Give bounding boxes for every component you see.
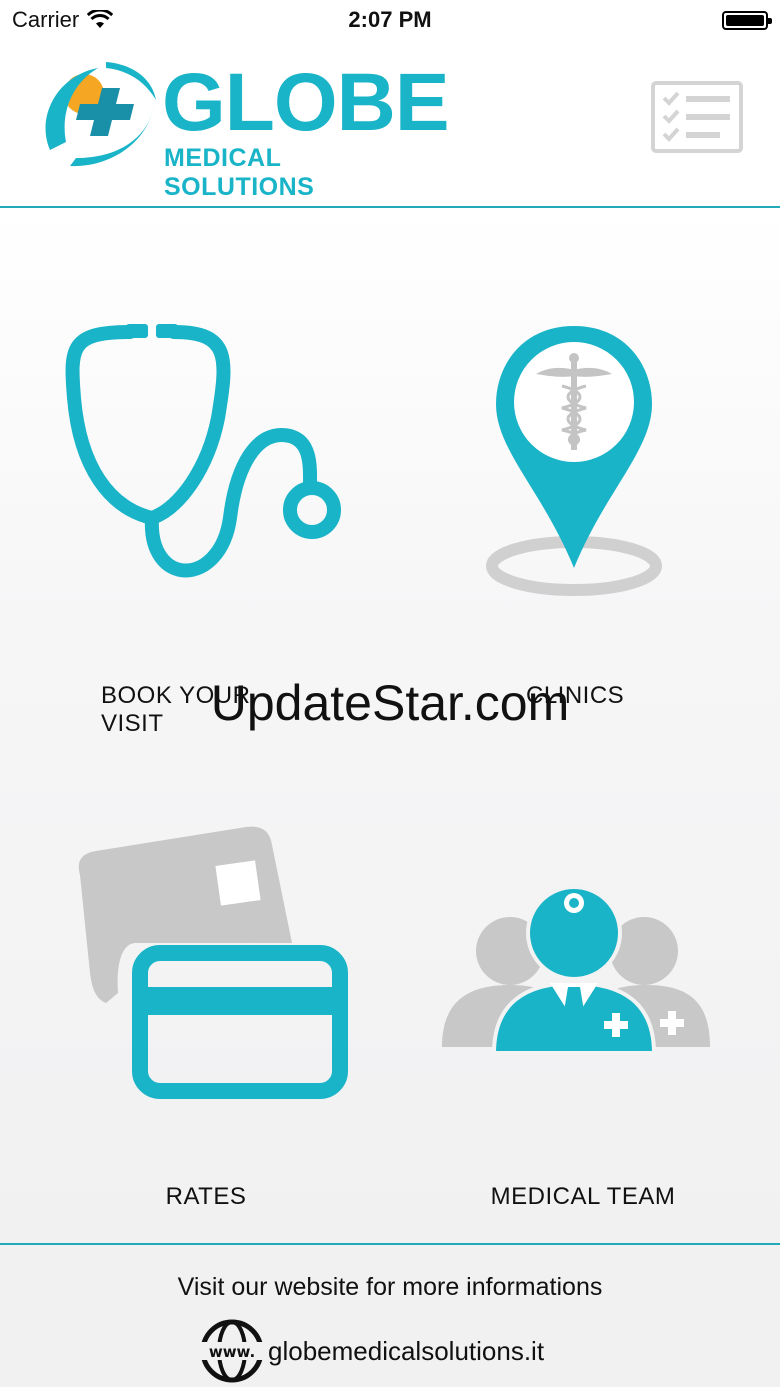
main-menu-grid: BOOK YOUR VISIT CLINICS RATES MEDICAL TE… bbox=[0, 208, 780, 1243]
status-bar: Carrier 2:07 PM bbox=[0, 0, 780, 40]
logo-title: GLOBE bbox=[162, 57, 450, 148]
credit-card-icon bbox=[78, 826, 348, 1099]
logo-emblem-icon bbox=[45, 62, 156, 167]
status-time: 2:07 PM bbox=[348, 7, 432, 32]
footer: Visit our website for more informations … bbox=[0, 1243, 780, 1387]
globe-logo: GLOBE MEDICAL SOLUTIONS bbox=[36, 58, 450, 201]
tile-book-your-visit[interactable]: BOOK YOUR VISIT bbox=[0, 208, 400, 737]
map-pin-caduceus-icon bbox=[486, 326, 662, 596]
logo-subtitle: MEDICAL SOLUTIONS bbox=[164, 144, 315, 201]
checklist-menu-button[interactable] bbox=[650, 80, 744, 154]
app-header: GLOBE MEDICAL SOLUTIONS bbox=[0, 40, 780, 208]
tile-label-clinics: CLINICS bbox=[526, 682, 625, 709]
tile-medical-team[interactable]: MEDICAL TEAM bbox=[400, 723, 780, 1243]
tile-rates[interactable]: RATES bbox=[0, 723, 400, 1243]
tile-label-medical-team: MEDICAL TEAM bbox=[490, 1183, 676, 1210]
footer-url: globemedicalsolutions.it bbox=[268, 1335, 545, 1366]
footer-text: Visit our website for more informations bbox=[177, 1273, 603, 1301]
medical-team-icon bbox=[442, 885, 710, 1055]
website-link[interactable]: www. globemedicalsolutions.it bbox=[200, 1319, 544, 1383]
tile-label-rates: RATES bbox=[165, 1183, 247, 1210]
www-globe-icon: www. bbox=[200, 1319, 264, 1383]
svg-text:www.: www. bbox=[209, 1343, 255, 1361]
battery-icon bbox=[722, 11, 772, 30]
tile-clinics[interactable]: CLINICS bbox=[400, 208, 780, 723]
checklist-icon bbox=[651, 81, 743, 153]
stethoscope-icon bbox=[65, 324, 341, 578]
